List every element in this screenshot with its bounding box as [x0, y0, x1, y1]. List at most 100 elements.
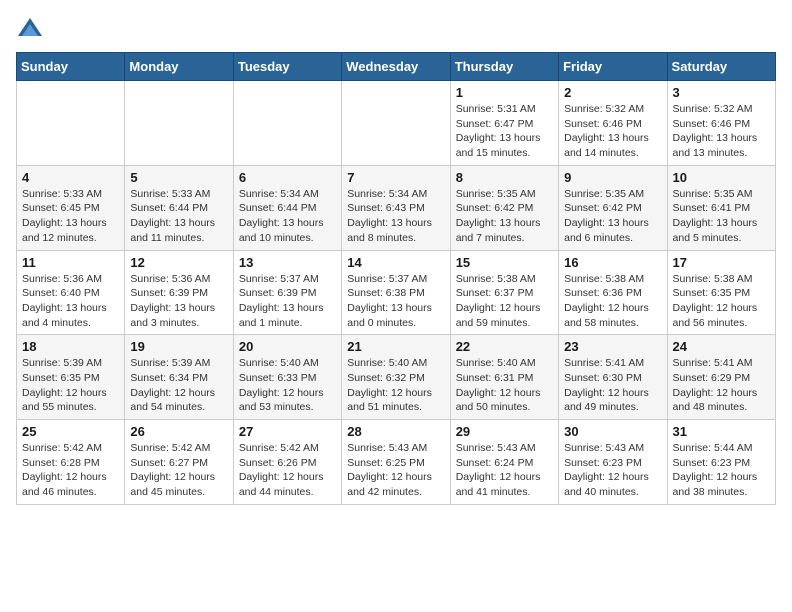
calendar-cell [17, 81, 125, 166]
day-info: Sunrise: 5:43 AM Sunset: 6:24 PM Dayligh… [456, 441, 553, 500]
day-info: Sunrise: 5:41 AM Sunset: 6:29 PM Dayligh… [673, 356, 770, 415]
calendar-cell: 27Sunrise: 5:42 AM Sunset: 6:26 PM Dayli… [233, 420, 341, 505]
calendar-cell: 10Sunrise: 5:35 AM Sunset: 6:41 PM Dayli… [667, 165, 775, 250]
calendar-cell: 16 Sunrise: 5:38 AM Sunset: 6:36 PM Dayli… [559, 250, 667, 335]
day-number: 11 [22, 255, 119, 270]
weekday-header: Friday [559, 53, 667, 81]
weekday-header-row: SundayMondayTuesdayWednesdayThursdayFrid… [17, 53, 776, 81]
weekday-header: Saturday [667, 53, 775, 81]
weekday-header: Thursday [450, 53, 558, 81]
calendar-week-row: 1 Sunrise: 5:31 AM Sunset: 6:47 PM Daylig… [17, 81, 776, 166]
day-number: 6 [239, 170, 336, 185]
day-number: 19 [130, 339, 227, 354]
calendar-cell: 23 Sunrise: 5:41 AM Sunset: 6:30 PM Dayli… [559, 335, 667, 420]
day-info: Sunrise: 5:44 AM Sunset: 6:23 PM Dayligh… [673, 441, 770, 500]
day-info: Sunrise: 5:43 AM Sunset: 6:25 PM Dayligh… [347, 441, 444, 500]
day-number: 4 [22, 170, 119, 185]
calendar-cell: 25 Sunrise: 5:42 AM Sunset: 6:28 PM Dayli… [17, 420, 125, 505]
day-number: 30 [564, 424, 661, 439]
day-number: 18 [22, 339, 119, 354]
calendar-cell: 21 Sunrise: 5:40 AM Sunset: 6:32 PM Dayli… [342, 335, 450, 420]
day-info: Sunrise: 5:38 AM Sunset: 6:37 PM Dayligh… [456, 272, 553, 331]
day-number: 13 [239, 255, 336, 270]
day-info: Sunrise: 5:35 AM Sunset: 6:42 PM Dayligh… [564, 187, 661, 246]
calendar-cell: 15 Sunrise: 5:38 AM Sunset: 6:37 PM Dayli… [450, 250, 558, 335]
day-info: Sunrise: 5:31 AM Sunset: 6:47 PM Dayligh… [456, 102, 553, 161]
day-number: 29 [456, 424, 553, 439]
day-info: Sunrise: 5:38 AM Sunset: 6:36 PM Dayligh… [564, 272, 661, 331]
day-number: 5 [130, 170, 227, 185]
day-number: 22 [456, 339, 553, 354]
day-info: Sunrise: 5:38 AM Sunset: 6:35 PM Dayligh… [673, 272, 770, 331]
calendar-cell: 9 Sunrise: 5:35 AM Sunset: 6:42 PM Daylig… [559, 165, 667, 250]
day-info: Sunrise: 5:39 AM Sunset: 6:34 PM Dayligh… [130, 356, 227, 415]
calendar-cell: 4Sunrise: 5:33 AM Sunset: 6:45 PM Daylig… [17, 165, 125, 250]
calendar-cell: 11 Sunrise: 5:36 AM Sunset: 6:40 PM Dayli… [17, 250, 125, 335]
calendar-cell: 2 Sunrise: 5:32 AM Sunset: 6:46 PM Daylig… [559, 81, 667, 166]
day-info: Sunrise: 5:43 AM Sunset: 6:23 PM Dayligh… [564, 441, 661, 500]
day-info: Sunrise: 5:32 AM Sunset: 6:46 PM Dayligh… [673, 102, 770, 161]
calendar-cell: 31 Sunrise: 5:44 AM Sunset: 6:23 PM Dayli… [667, 420, 775, 505]
logo [16, 16, 48, 44]
day-info: Sunrise: 5:34 AM Sunset: 6:44 PM Dayligh… [239, 187, 336, 246]
logo-icon [16, 16, 44, 44]
day-info: Sunrise: 5:40 AM Sunset: 6:33 PM Dayligh… [239, 356, 336, 415]
day-info: Sunrise: 5:40 AM Sunset: 6:31 PM Dayligh… [456, 356, 553, 415]
calendar-cell: 18 Sunrise: 5:39 AM Sunset: 6:35 PM Dayli… [17, 335, 125, 420]
calendar-cell: 5Sunrise: 5:33 AM Sunset: 6:44 PM Daylig… [125, 165, 233, 250]
day-info: Sunrise: 5:42 AM Sunset: 6:28 PM Dayligh… [22, 441, 119, 500]
day-number: 27 [239, 424, 336, 439]
weekday-header: Sunday [17, 53, 125, 81]
day-info: Sunrise: 5:36 AM Sunset: 6:39 PM Dayligh… [130, 272, 227, 331]
day-number: 17 [673, 255, 770, 270]
calendar-week-row: 4Sunrise: 5:33 AM Sunset: 6:45 PM Daylig… [17, 165, 776, 250]
weekday-header: Wednesday [342, 53, 450, 81]
calendar-week-row: 25 Sunrise: 5:42 AM Sunset: 6:28 PM Dayli… [17, 420, 776, 505]
day-number: 9 [564, 170, 661, 185]
calendar-cell: 8Sunrise: 5:35 AM Sunset: 6:42 PM Daylig… [450, 165, 558, 250]
day-number: 31 [673, 424, 770, 439]
calendar-cell: 13 Sunrise: 5:37 AM Sunset: 6:39 PM Dayli… [233, 250, 341, 335]
day-info: Sunrise: 5:39 AM Sunset: 6:35 PM Dayligh… [22, 356, 119, 415]
day-info: Sunrise: 5:37 AM Sunset: 6:39 PM Dayligh… [239, 272, 336, 331]
day-number: 16 [564, 255, 661, 270]
calendar-cell: 22 Sunrise: 5:40 AM Sunset: 6:31 PM Dayli… [450, 335, 558, 420]
day-number: 28 [347, 424, 444, 439]
day-number: 7 [347, 170, 444, 185]
calendar-cell: 6 Sunrise: 5:34 AM Sunset: 6:44 PM Daylig… [233, 165, 341, 250]
day-number: 14 [347, 255, 444, 270]
calendar-cell: 28 Sunrise: 5:43 AM Sunset: 6:25 PM Dayli… [342, 420, 450, 505]
day-info: Sunrise: 5:32 AM Sunset: 6:46 PM Dayligh… [564, 102, 661, 161]
calendar-week-row: 18 Sunrise: 5:39 AM Sunset: 6:35 PM Dayli… [17, 335, 776, 420]
calendar-cell [342, 81, 450, 166]
day-number: 23 [564, 339, 661, 354]
calendar-week-row: 11 Sunrise: 5:36 AM Sunset: 6:40 PM Dayli… [17, 250, 776, 335]
page-header [16, 16, 776, 44]
day-number: 8 [456, 170, 553, 185]
day-info: Sunrise: 5:41 AM Sunset: 6:30 PM Dayligh… [564, 356, 661, 415]
day-number: 21 [347, 339, 444, 354]
day-info: Sunrise: 5:36 AM Sunset: 6:40 PM Dayligh… [22, 272, 119, 331]
calendar-cell: 20 Sunrise: 5:40 AM Sunset: 6:33 PM Dayli… [233, 335, 341, 420]
day-info: Sunrise: 5:40 AM Sunset: 6:32 PM Dayligh… [347, 356, 444, 415]
day-number: 25 [22, 424, 119, 439]
day-number: 20 [239, 339, 336, 354]
day-number: 10 [673, 170, 770, 185]
calendar-cell: 1 Sunrise: 5:31 AM Sunset: 6:47 PM Daylig… [450, 81, 558, 166]
calendar-cell: 3 Sunrise: 5:32 AM Sunset: 6:46 PM Daylig… [667, 81, 775, 166]
calendar-cell: 26Sunrise: 5:42 AM Sunset: 6:27 PM Dayli… [125, 420, 233, 505]
day-number: 1 [456, 85, 553, 100]
weekday-header: Tuesday [233, 53, 341, 81]
calendar-cell: 29 Sunrise: 5:43 AM Sunset: 6:24 PM Dayli… [450, 420, 558, 505]
day-number: 12 [130, 255, 227, 270]
calendar-cell [233, 81, 341, 166]
calendar-cell: 30 Sunrise: 5:43 AM Sunset: 6:23 PM Dayli… [559, 420, 667, 505]
calendar-cell: 24 Sunrise: 5:41 AM Sunset: 6:29 PM Dayli… [667, 335, 775, 420]
day-number: 24 [673, 339, 770, 354]
weekday-header: Monday [125, 53, 233, 81]
calendar-cell [125, 81, 233, 166]
day-number: 3 [673, 85, 770, 100]
day-number: 2 [564, 85, 661, 100]
calendar-table: SundayMondayTuesdayWednesdayThursdayFrid… [16, 52, 776, 505]
day-number: 15 [456, 255, 553, 270]
